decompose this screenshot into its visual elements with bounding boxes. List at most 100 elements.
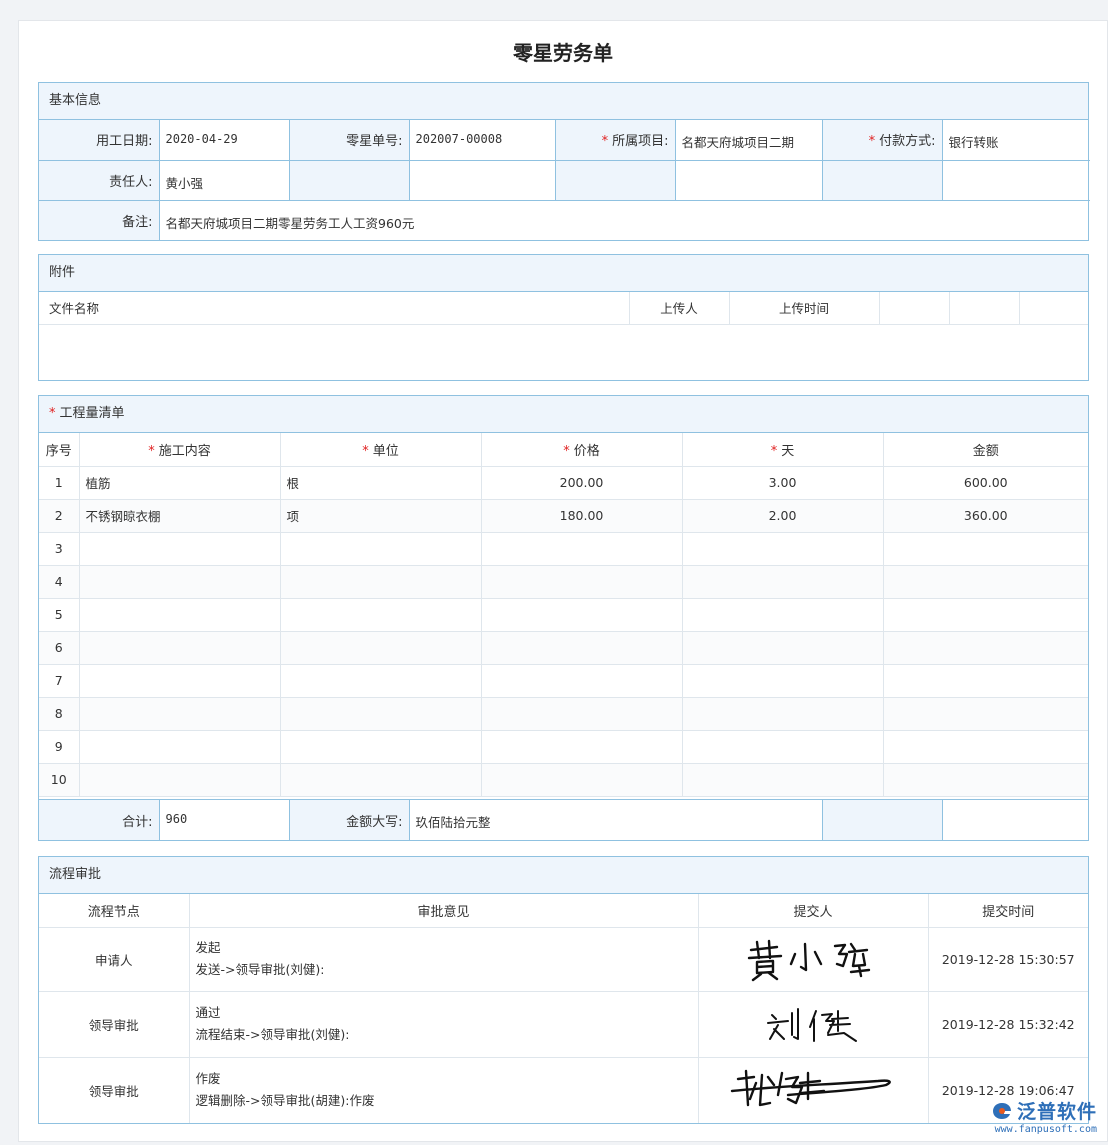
row-unit[interactable]: 根 xyxy=(280,466,482,500)
row-price[interactable] xyxy=(481,565,683,599)
row-price[interactable]: 200.00 xyxy=(481,466,683,500)
row-amount[interactable] xyxy=(883,565,1088,599)
row-days[interactable] xyxy=(682,763,884,797)
work-date-field[interactable]: 2020-04-29 xyxy=(159,120,290,161)
row-unit[interactable] xyxy=(280,598,482,632)
flow-row: 申请人 发起 发送->领导审批(刘健): 2019-12-28 15:30:57 xyxy=(39,927,1088,992)
row-unit[interactable] xyxy=(280,763,482,797)
row-price[interactable] xyxy=(481,697,683,731)
empty-label-cell xyxy=(555,160,676,201)
flow-node: 领导审批 xyxy=(39,991,190,1058)
signature-huang xyxy=(698,927,929,992)
row-unit[interactable] xyxy=(280,565,482,599)
row-content[interactable] xyxy=(79,763,281,797)
row-amount[interactable] xyxy=(883,763,1088,797)
row-content[interactable] xyxy=(79,631,281,665)
total-field[interactable]: 960 xyxy=(159,800,290,840)
row-price[interactable] xyxy=(481,598,683,632)
row-days[interactable] xyxy=(682,631,884,665)
items-panel: * 工程量清单 序号 * 施工内容 * 单位 * 价格 * 天 金额 1 植筋根 200.00… xyxy=(38,395,1089,840)
row-content[interactable]: 植筋 xyxy=(79,466,281,500)
row-days[interactable]: 2.00 xyxy=(682,499,884,533)
row-unit[interactable]: 项 xyxy=(280,499,482,533)
table-row: 10 xyxy=(39,763,1088,797)
flow-time: 2019-12-28 15:30:57 xyxy=(928,927,1088,992)
row-content[interactable] xyxy=(79,730,281,764)
row-price[interactable] xyxy=(481,664,683,698)
flow-panel: 流程审批 流程节点 审批意见 提交人 提交时间 申请人 发起 发送->领导审批(… xyxy=(38,856,1089,1124)
row-unit[interactable] xyxy=(280,697,482,731)
row-days[interactable] xyxy=(682,664,884,698)
row-content[interactable] xyxy=(79,532,281,566)
row-amount[interactable] xyxy=(883,730,1088,764)
work-date-label: 用工日期: xyxy=(39,120,160,161)
row-no: 3 xyxy=(39,532,80,566)
signature-image xyxy=(747,939,871,982)
row-price[interactable]: 180.00 xyxy=(481,499,683,533)
row-content[interactable] xyxy=(79,664,281,698)
row-price[interactable] xyxy=(481,532,683,566)
items-body: 1 植筋根 200.00 3.00 600.00 2 不锈钢晾衣棚项 180.00 2.00 36… xyxy=(39,466,1088,797)
empty-label-cell xyxy=(822,800,943,840)
row-amount[interactable]: 600.00 xyxy=(883,466,1088,500)
row-days[interactable]: 3.00 xyxy=(682,466,884,500)
row-content[interactable] xyxy=(79,697,281,731)
row-price[interactable] xyxy=(481,763,683,797)
row-unit[interactable] xyxy=(280,664,482,698)
flow-opinion-cell: 通过 流程结束->领导审批(刘健): xyxy=(189,991,699,1058)
table-row: 4 xyxy=(39,565,1088,599)
flow-node: 领导审批 xyxy=(39,1057,190,1123)
flow-detail: 发送->领导审批(刘健): xyxy=(195,962,325,977)
remark-field[interactable]: 名都天府城项目二期零星劳务工人工资960元 xyxy=(159,200,1090,240)
project-field[interactable]: 名都天府城项目二期 xyxy=(675,120,823,161)
row-content[interactable] xyxy=(79,565,281,599)
row-no: 5 xyxy=(39,598,80,632)
basic-info-header: 基本信息 xyxy=(39,83,1088,120)
row-days[interactable] xyxy=(682,532,884,566)
row-content[interactable] xyxy=(79,598,281,632)
order-no-label: 零星单号: xyxy=(289,120,410,161)
uppercase-field[interactable]: 玖佰陆拾元整 xyxy=(409,800,823,840)
row-unit[interactable] xyxy=(280,730,482,764)
table-row: 6 xyxy=(39,631,1088,665)
owner-field[interactable]: 黄小强 xyxy=(159,160,290,201)
order-no-field[interactable]: 202007-00008 xyxy=(409,120,556,161)
col-content: 施工内容 xyxy=(158,443,211,459)
row-no: 1 xyxy=(39,466,80,500)
row-no: 8 xyxy=(39,697,80,731)
attachment-col-name: 文件名称 xyxy=(39,292,630,325)
required-mark: * xyxy=(563,443,570,459)
payment-field[interactable]: 银行转账 xyxy=(942,120,1090,161)
row-price[interactable] xyxy=(481,730,683,764)
attachment-col-empty xyxy=(949,292,1020,325)
row-unit[interactable] xyxy=(280,532,482,566)
row-amount[interactable] xyxy=(883,532,1088,566)
attachment-col-empty xyxy=(1019,292,1088,325)
flow-col-node: 流程节点 xyxy=(39,894,190,928)
items-table: 序号 * 施工内容 * 单位 * 价格 * 天 金额 1 植筋根 200.00 3.00 600… xyxy=(39,433,1088,797)
flow-table: 流程节点 审批意见 提交人 提交时间 申请人 发起 发送->领导审批(刘健): xyxy=(39,894,1088,1123)
row-price[interactable] xyxy=(481,631,683,665)
required-mark: * xyxy=(49,406,56,421)
row-amount[interactable] xyxy=(883,697,1088,731)
col-days-cell: * 天 xyxy=(682,433,884,467)
row-amount[interactable]: 360.00 xyxy=(883,499,1088,533)
row-no: 6 xyxy=(39,631,80,665)
remark-label: 备注: xyxy=(39,200,160,240)
signature-hu xyxy=(698,1057,929,1123)
row-content[interactable]: 不锈钢晾衣棚 xyxy=(79,499,281,533)
row-days[interactable] xyxy=(682,730,884,764)
row-days[interactable] xyxy=(682,565,884,599)
uppercase-label: 金额大写: xyxy=(289,800,410,840)
payment-label-cell: * 付款方式: xyxy=(822,120,943,161)
col-days: 天 xyxy=(781,443,795,459)
row-unit[interactable] xyxy=(280,631,482,665)
row-days[interactable] xyxy=(682,598,884,632)
row-days[interactable] xyxy=(682,697,884,731)
row-amount[interactable] xyxy=(883,631,1088,665)
logo-main: 泛普软件 xyxy=(991,1097,1097,1124)
row-no: 10 xyxy=(39,763,80,797)
row-amount[interactable] xyxy=(883,664,1088,698)
logo-url[interactable]: www.fanpusoft.com xyxy=(991,1124,1097,1135)
row-amount[interactable] xyxy=(883,598,1088,632)
